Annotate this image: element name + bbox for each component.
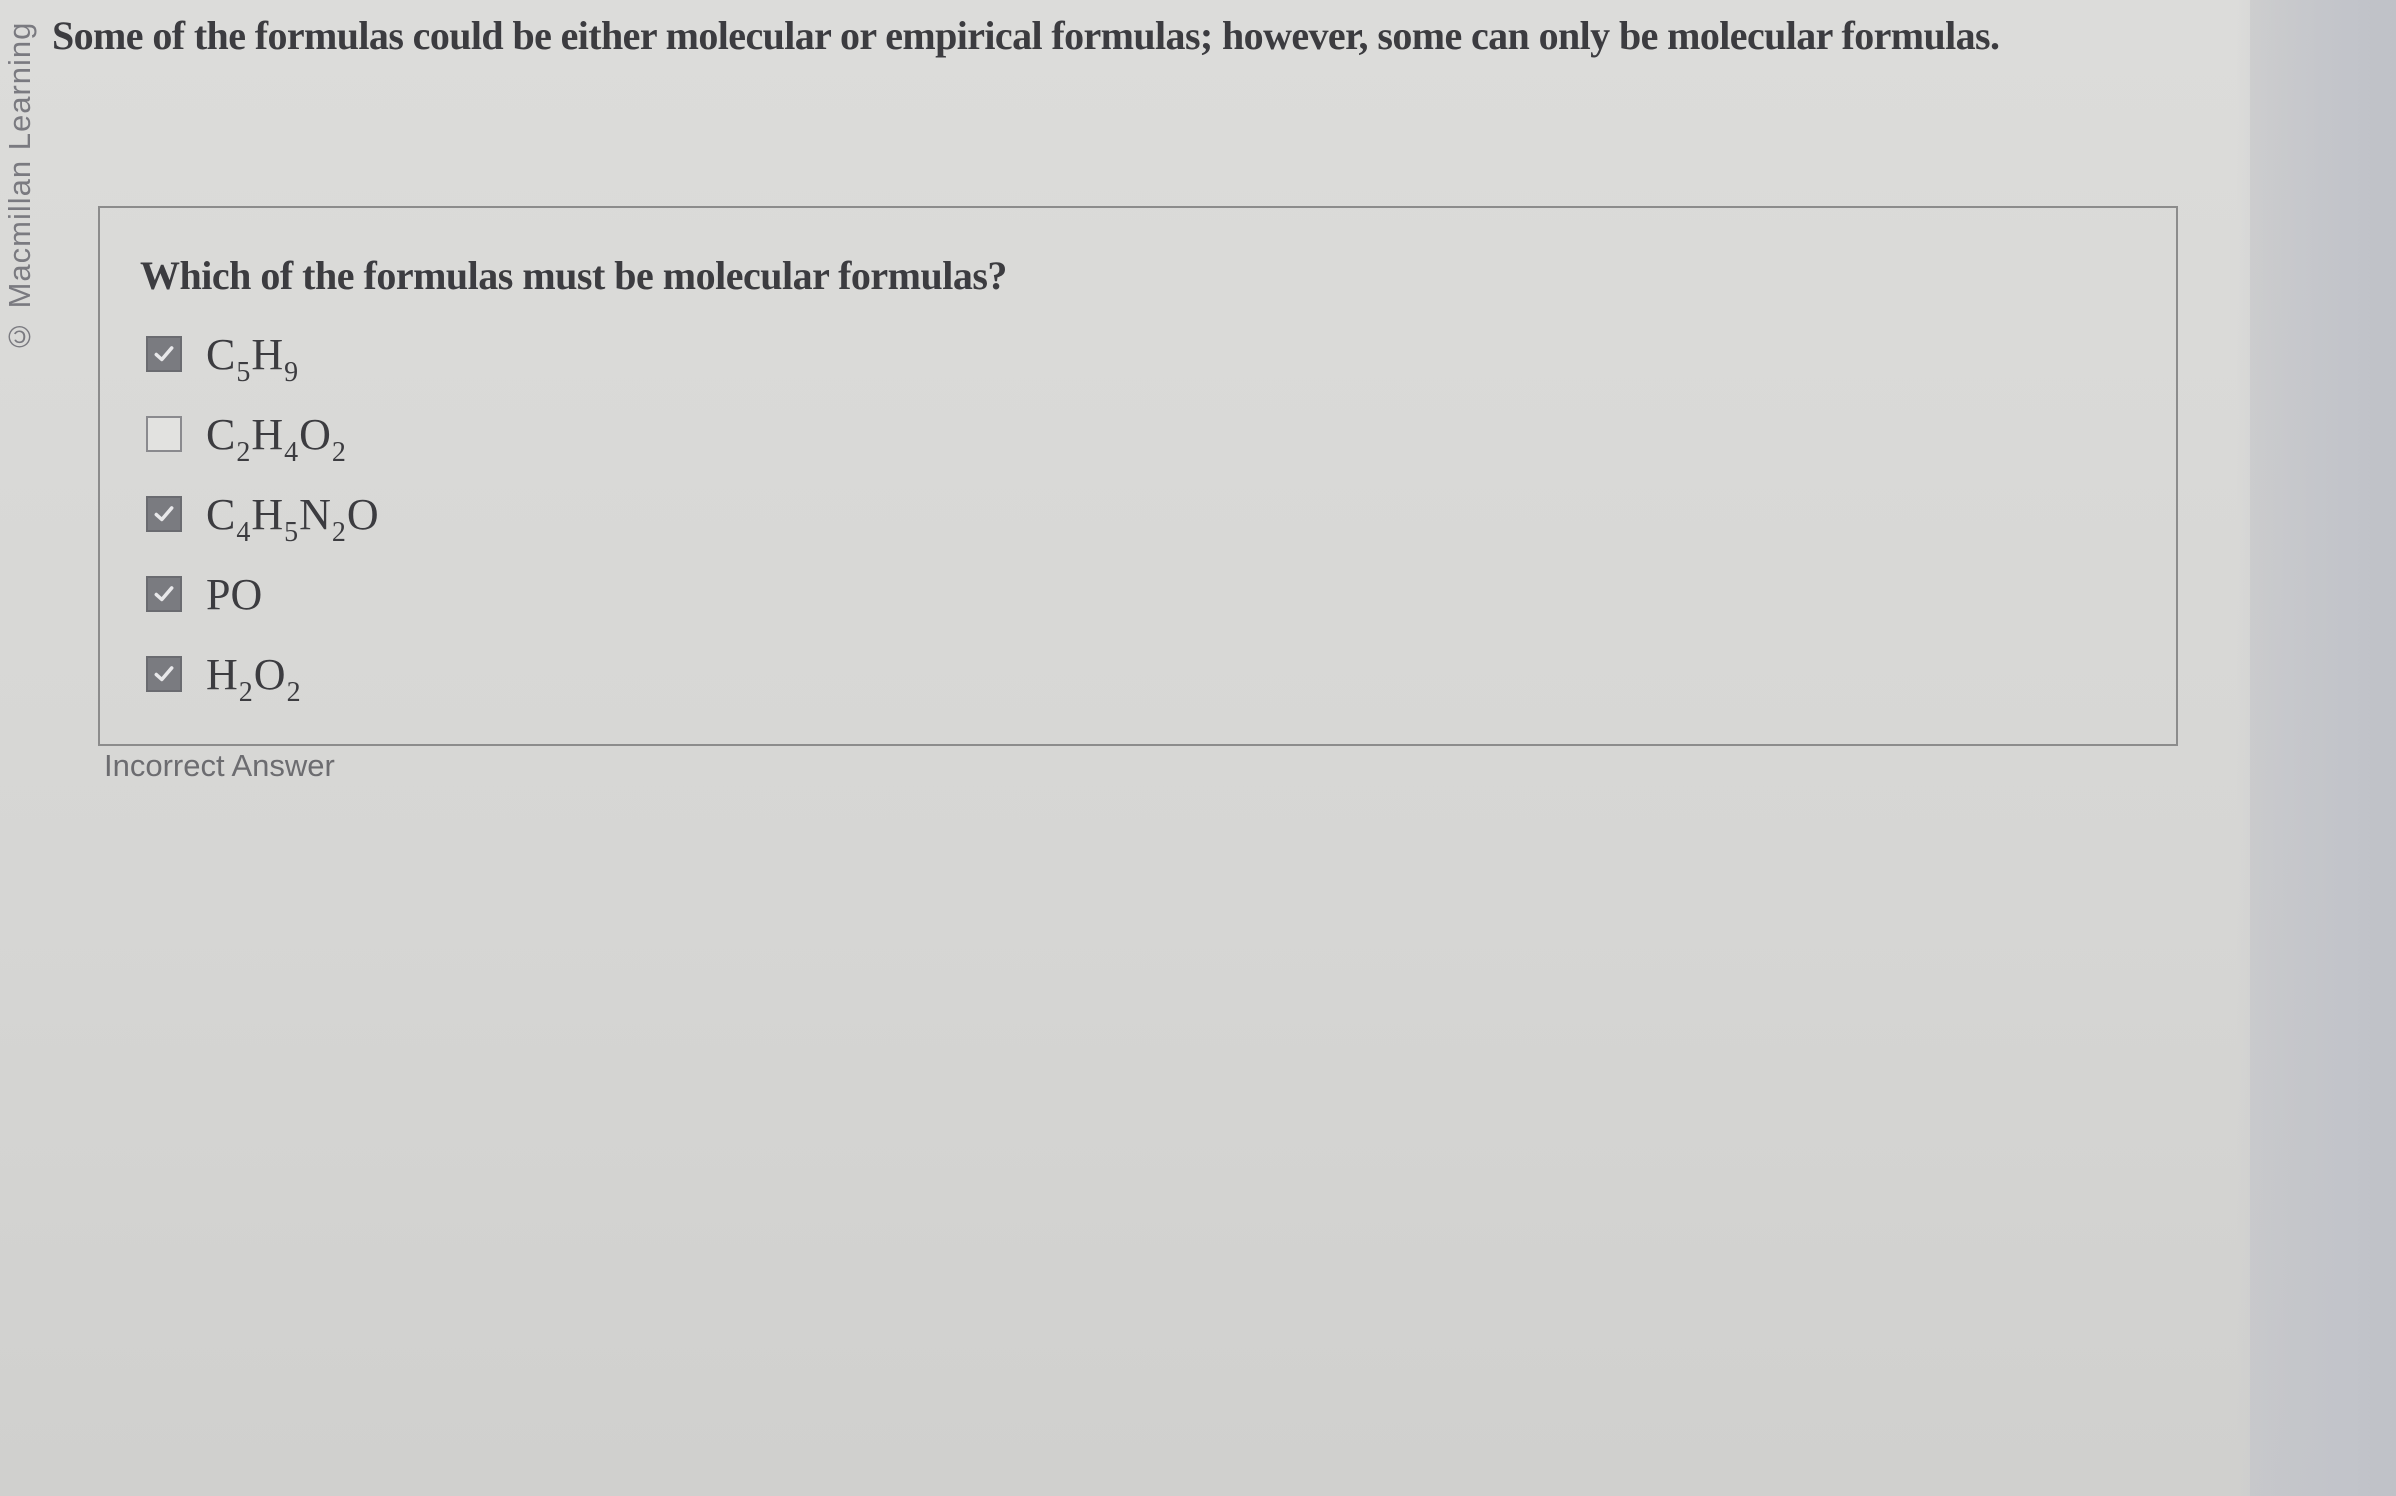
option-checkbox[interactable]	[146, 416, 182, 452]
option-formula: C5H9	[206, 329, 299, 388]
formula-element: O	[253, 649, 286, 699]
option-formula: C2H4O2	[206, 409, 347, 468]
formula-subscript: 2	[331, 436, 346, 468]
checkmark-icon	[154, 586, 174, 602]
answer-option[interactable]: H2O2	[146, 634, 1046, 714]
formula-subscript: 2	[238, 676, 253, 708]
formula-subscript: 9	[284, 356, 299, 388]
option-checkbox[interactable]	[146, 656, 182, 692]
formula-subscript: 2	[286, 676, 301, 708]
option-formula: H2O2	[206, 649, 302, 708]
checkmark-icon	[154, 506, 174, 522]
formula-element: N	[299, 489, 331, 539]
formula-element: C	[206, 409, 236, 459]
answer-option[interactable]: C4H5N2O	[146, 474, 1046, 554]
intro-text: Some of the formulas could be either mol…	[52, 13, 2000, 58]
copyright-watermark: © Macmillan Learning	[2, 22, 37, 355]
formula-element: O	[299, 409, 331, 459]
formula-element: PO	[206, 569, 263, 619]
formula-element: H	[251, 409, 284, 459]
formula-subscript: 4	[284, 436, 299, 468]
option-formula: PO	[206, 569, 262, 620]
formula-element: H	[251, 489, 284, 539]
formula-element: O	[346, 489, 379, 539]
formula-subscript: 2	[236, 436, 251, 468]
answer-option[interactable]: PO	[146, 554, 1046, 634]
option-checkbox[interactable]	[146, 496, 182, 532]
option-checkbox[interactable]	[146, 336, 182, 372]
formula-element: C	[206, 489, 236, 539]
question-prompt: Which of the formulas must be molecular …	[140, 253, 1007, 298]
formula-subscript: 4	[236, 516, 251, 548]
feedback-incorrect-answer: Incorrect Answer	[104, 748, 335, 783]
screen-edge-shade	[2236, 0, 2396, 1496]
formula-subscript: 5	[284, 516, 299, 548]
question-box: Which of the formulas must be molecular …	[98, 206, 2178, 746]
checkmark-icon	[154, 346, 174, 362]
answer-options: C 5 H 9 C 2 H 4 O 2 C 4 H 5 N 2 O PO H 2 O 2	[146, 314, 1046, 714]
option-formula: C4H5N2O	[206, 489, 379, 548]
checkmark-icon	[154, 666, 174, 682]
formula-element: H	[251, 329, 284, 379]
formula-element: H	[206, 649, 238, 699]
formula-subscript: 2	[331, 516, 346, 548]
option-checkbox[interactable]	[146, 576, 182, 612]
formula-subscript: 5	[236, 356, 251, 388]
answer-option[interactable]: C5H9	[146, 314, 1046, 394]
formula-element: C	[206, 329, 236, 379]
answer-option[interactable]: C2H4O2	[146, 394, 1046, 474]
